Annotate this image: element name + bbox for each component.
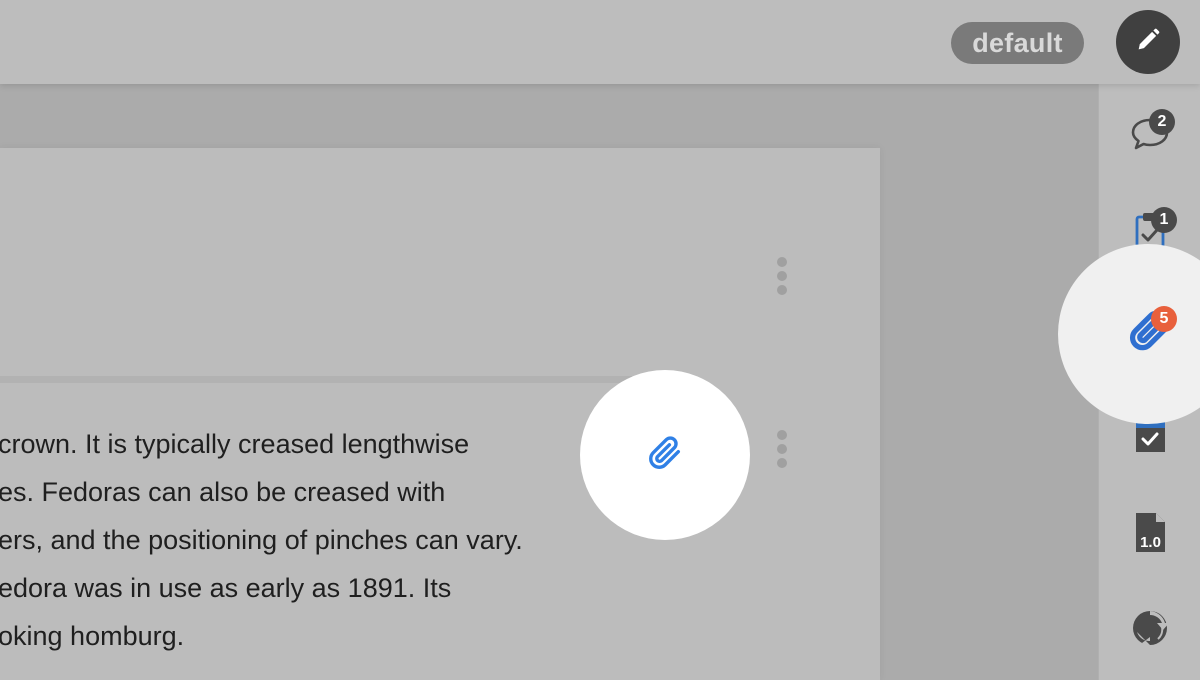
sidebar-item-versions[interactable]: 1.0 <box>1122 504 1178 560</box>
version-label: 1.0 <box>1140 534 1161 551</box>
paragraph-line: edora was in use as early as 1891. Its <box>0 573 452 603</box>
task-count-badge: 1 <box>1151 207 1177 233</box>
comment-count-badge: 2 <box>1149 109 1175 135</box>
more-vertical-icon[interactable] <box>775 430 789 468</box>
paragraph-line: oking homburg. <box>0 621 185 651</box>
paperclip-icon <box>648 435 682 475</box>
mode-badge[interactable]: default <box>951 22 1084 64</box>
top-toolbar: default <box>0 0 1200 84</box>
paragraph-line: es. Fedoras can also be creased with <box>0 477 446 507</box>
pencil-icon <box>1134 26 1162 59</box>
paragraph-block[interactable]: crown. It is typically creased lengthwis… <box>0 420 620 660</box>
document-page: crown. It is typically creased lengthwis… <box>0 148 880 680</box>
sidebar-item-comments[interactable]: 2 <box>1122 104 1178 160</box>
edit-button[interactable] <box>1116 10 1180 74</box>
content-block[interactable] <box>0 148 880 376</box>
version-icon: 1.0 <box>1130 507 1170 557</box>
sidebar-item-attachments[interactable]: 5 <box>1122 306 1178 362</box>
sidebar-item-workflow[interactable] <box>1122 602 1178 658</box>
block-divider <box>0 376 632 383</box>
paragraph-line: crown. It is typically creased lengthwis… <box>0 429 470 459</box>
attachment-count-badge: 5 <box>1151 306 1177 332</box>
paragraph-line: ers, and the positioning of pinches can … <box>0 525 523 555</box>
attach-file-button[interactable] <box>580 370 750 540</box>
sync-icon <box>1128 606 1172 655</box>
more-vertical-icon[interactable] <box>775 257 789 295</box>
